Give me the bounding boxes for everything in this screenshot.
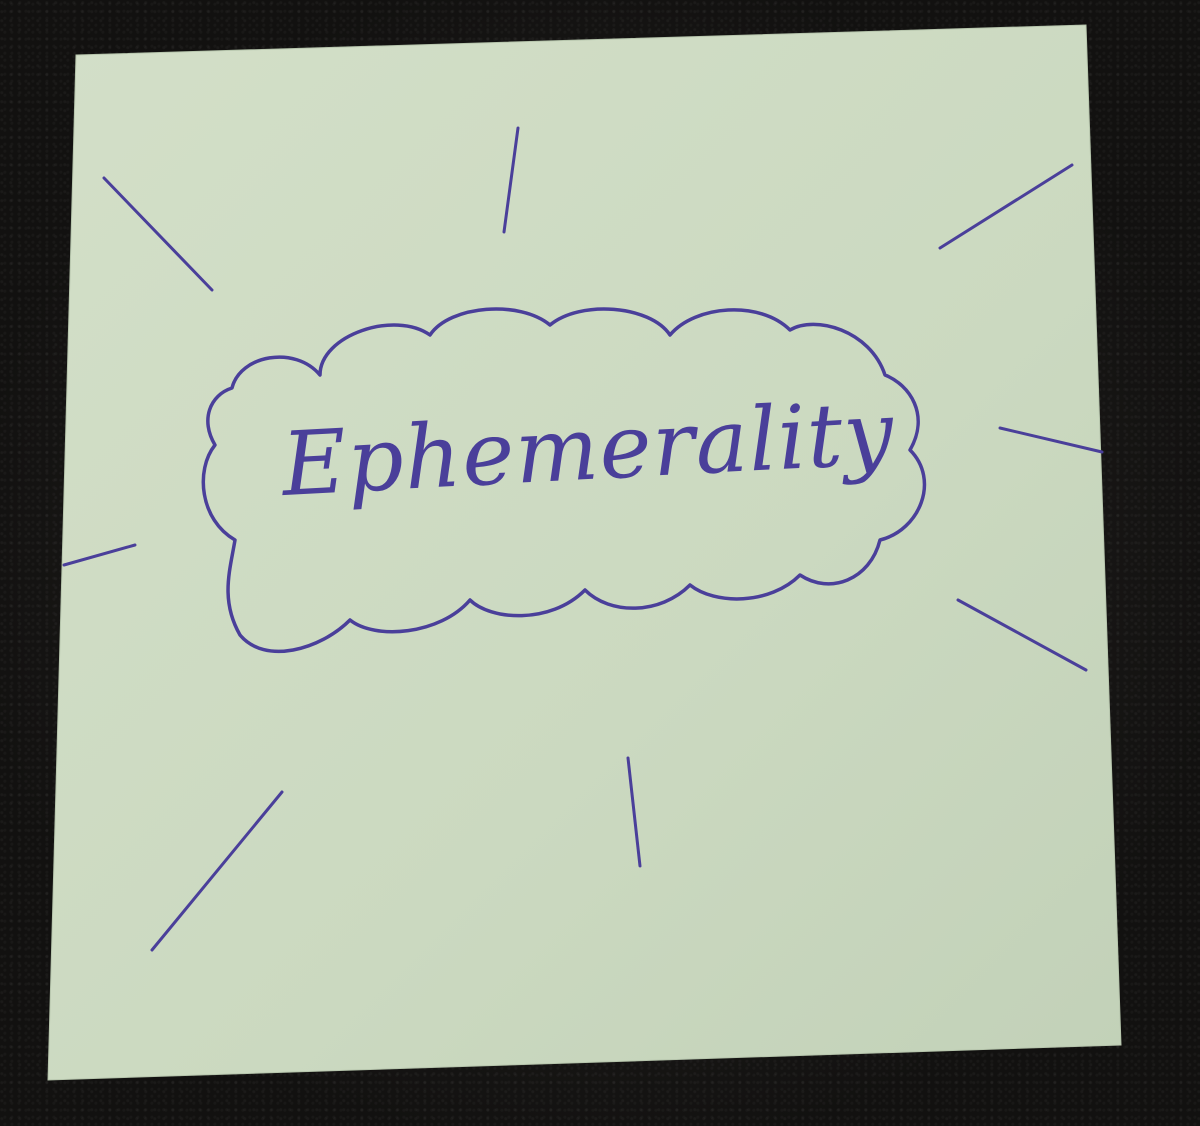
note-paper [47, 24, 1122, 1081]
sticky-note [47, 24, 1122, 1081]
